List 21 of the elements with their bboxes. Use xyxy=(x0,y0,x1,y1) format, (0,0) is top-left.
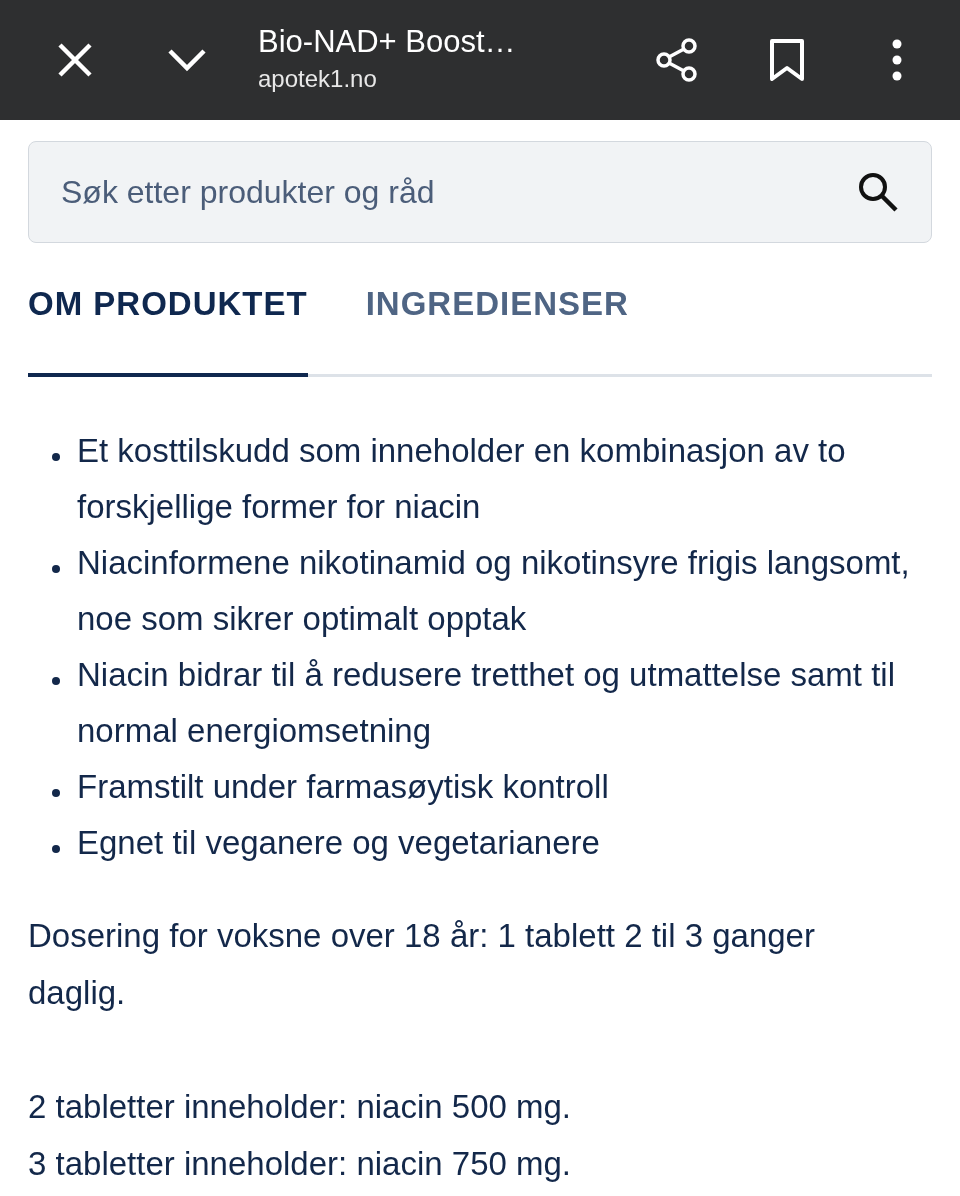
search-input[interactable]: Søk etter produkter og råd xyxy=(59,167,857,217)
page-url: apotek1.no xyxy=(258,63,378,94)
list-item-text: Et kosttilskudd som inneholder en kombinasjon av to forskjellige former for niacin xyxy=(77,430,847,527)
share-icon[interactable] xyxy=(654,37,700,83)
tab[interactable]: OM PRODUKTET xyxy=(28,279,308,377)
tab[interactable]: INGREDIENSER xyxy=(365,279,629,377)
search-icon[interactable] xyxy=(857,171,899,213)
bullet-icon xyxy=(52,844,60,853)
bullet-icon xyxy=(52,676,60,685)
list-item-text: Egnet til veganere og vegetarianere xyxy=(77,822,600,863)
list-item-text: Niacin bidrar til å redusere tretthet og utmattelse samt til normal energiomsetning xyxy=(77,654,897,751)
list-item-text: Framstilt under farmasøytisk kontroll xyxy=(77,766,609,807)
description-text: 3 tabletter inneholder: niacin 750 mg. xyxy=(28,1143,573,1184)
page-title: Bio-NAD+ Boost… xyxy=(258,23,516,61)
list-item-text: Niacinformene nikotinamid og nikotinsyre frigis langsomt, noe som sikrer optimalt opptak xyxy=(77,542,910,639)
bullet-icon xyxy=(52,452,60,461)
bullet-icon xyxy=(52,788,60,797)
description-text: 2 tabletter inneholder: niacin 500 mg. xyxy=(28,1086,573,1127)
description-text: Dosering for voksne over 18 år: 1 tablett 2 til 3 ganger daglig. xyxy=(28,915,816,1013)
search-field[interactable]: Søk etter produkter og råd xyxy=(28,141,932,243)
bullet-icon xyxy=(52,564,60,573)
